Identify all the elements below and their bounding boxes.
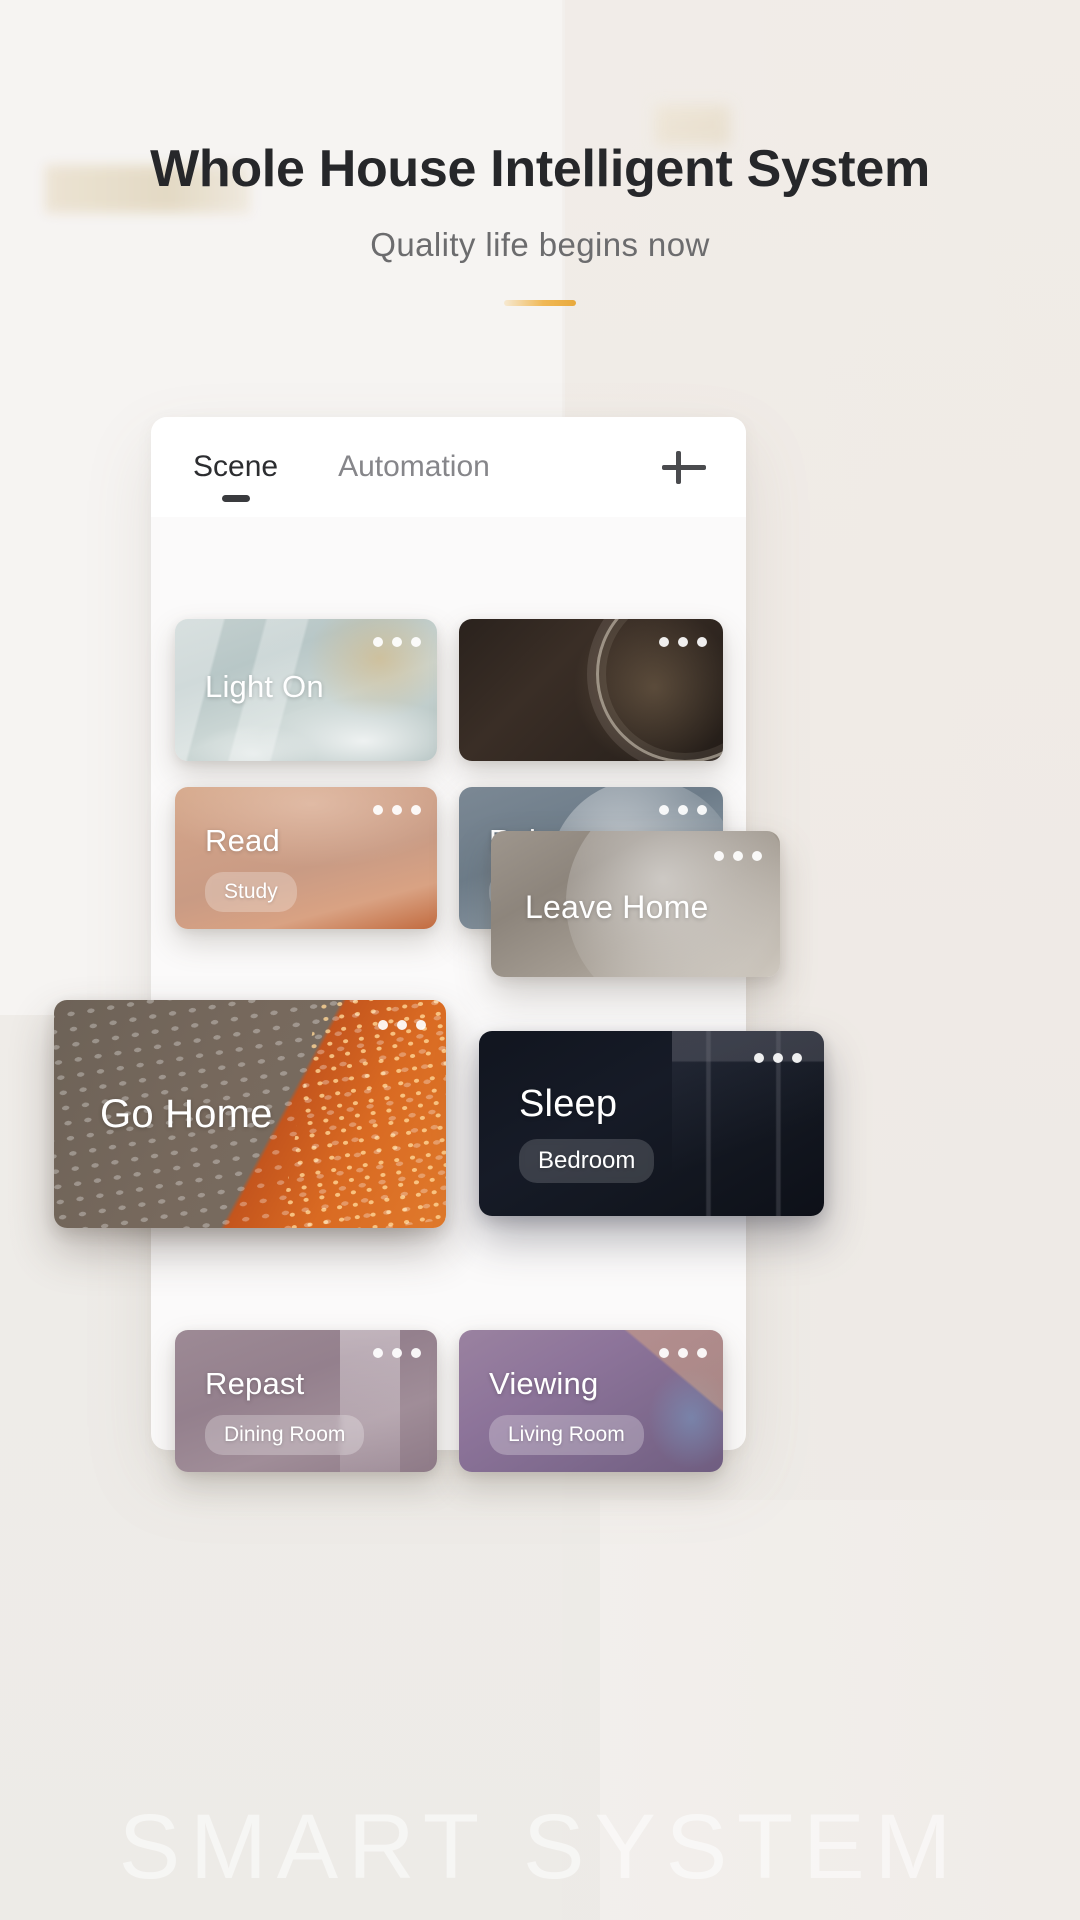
add-scene-button[interactable] [656, 439, 712, 495]
scene-name: Light On [205, 669, 324, 704]
more-horizontal-icon[interactable] [378, 1020, 426, 1030]
scene-name: Sleep [519, 1083, 618, 1125]
more-horizontal-icon[interactable] [659, 637, 707, 647]
scene-card-read[interactable]: Read Study [175, 787, 437, 929]
more-horizontal-icon[interactable] [373, 637, 421, 647]
tab-automation[interactable]: Automation [336, 446, 492, 488]
more-horizontal-icon[interactable] [659, 1348, 707, 1358]
scene-card-repast[interactable]: Repast Dining Room [175, 1330, 437, 1472]
scene-room-badge: Dining Room [205, 1415, 365, 1455]
page-subtitle: Quality life begins now [370, 225, 710, 263]
scene-name: Read [205, 823, 280, 858]
scene-card-go-home[interactable]: Go Home [54, 1000, 446, 1228]
page-title: Whole House Intelligent System [150, 140, 930, 198]
scene-name: Repast [205, 1366, 305, 1401]
scene-name: Leave Home [525, 889, 709, 925]
scene-grid: Light On Read Study Relax Living Room Re… [151, 517, 746, 1472]
more-horizontal-icon[interactable] [714, 851, 762, 861]
scene-room-badge: Bedroom [519, 1139, 655, 1183]
scene-card-viewing[interactable]: Viewing Living Room [459, 1330, 723, 1472]
more-horizontal-icon[interactable] [754, 1053, 802, 1063]
page-header: Whole House Intelligent System Quality l… [0, 0, 1080, 306]
scene-room-badge: Living Room [489, 1415, 644, 1455]
accent-divider [504, 299, 576, 306]
panel-tabbar: Scene Automation [151, 417, 746, 517]
scene-card-sleep[interactable]: Sleep Bedroom [479, 1031, 824, 1216]
scene-card-leave-home[interactable]: Leave Home [491, 831, 780, 977]
scene-card-light-on[interactable]: Light On [175, 619, 437, 761]
more-horizontal-icon[interactable] [373, 805, 421, 815]
scene-name: Viewing [489, 1366, 599, 1401]
scene-card-dark[interactable] [459, 619, 723, 761]
more-horizontal-icon[interactable] [373, 1348, 421, 1358]
scene-room-badge: Study [205, 872, 297, 912]
footer-watermark: SMART SYSTEM [118, 1796, 962, 1898]
scene-name: Go Home [100, 1092, 273, 1136]
more-horizontal-icon[interactable] [659, 805, 707, 815]
tab-scene[interactable]: Scene [191, 446, 280, 488]
